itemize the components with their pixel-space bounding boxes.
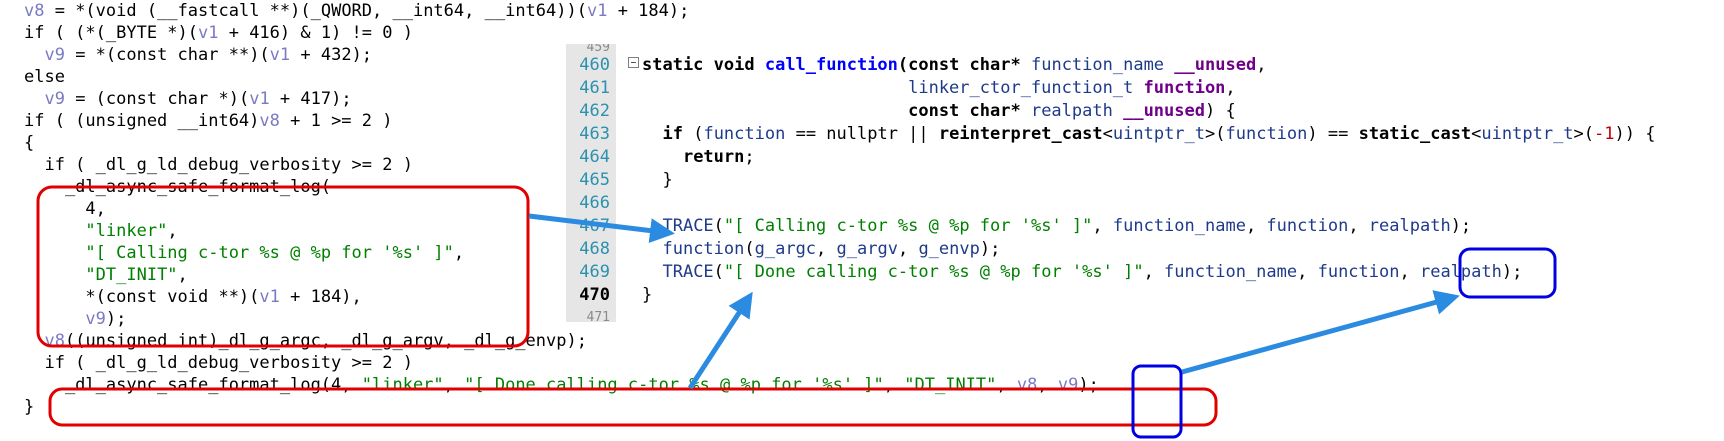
code-line: const char* realpath __unused) {: [908, 101, 1236, 121]
code-line: _dl_async_safe_format_log(: [24, 177, 332, 197]
line-number: 466: [579, 193, 610, 213]
code-line: if ( (unsigned __int64)v8 + 1 >= 2 ): [24, 111, 393, 131]
line-number-current: 470: [579, 285, 610, 305]
code-line: 4,: [24, 199, 106, 219]
code-line: v9);: [85, 309, 127, 329]
line-number: 471: [586, 310, 610, 322]
code-line: "DT_INIT",: [85, 265, 188, 285]
code-line: if (function == nullptr || reinterpret_c…: [662, 124, 1656, 144]
code-line: function(g_argc, g_argv, g_envp);: [662, 239, 1001, 259]
code-line: linker_ctor_function_t function,: [908, 78, 1236, 98]
code-line: v8((unsigned int)_dl_g_argc, _dl_g_argv,…: [44, 331, 587, 351]
code-line: {: [24, 133, 35, 153]
line-number: 459: [586, 44, 610, 52]
code-line: v9 = *(const char **)(v1 + 432);: [44, 45, 373, 65]
line-number: 469: [579, 262, 610, 282]
code-line: if ( _dl_g_ld_debug_verbosity >= 2 ): [24, 353, 413, 373]
line-number: 465: [579, 170, 610, 190]
line-number: 468: [579, 239, 610, 259]
line-number: 467: [579, 216, 610, 236]
line-number: 460: [579, 55, 610, 75]
code-line: else: [24, 67, 65, 87]
code-line: v8 = *(void (__fastcall **)(_QWORD, __in…: [24, 1, 690, 21]
code-line: *(const void **)(v1 + 184),: [24, 287, 362, 307]
code-line: }: [24, 397, 35, 417]
blue-box-v9: [1131, 364, 1183, 439]
line-number: 464: [579, 147, 610, 167]
code-line: "[ Calling c-tor %s @ %p for '%s' ]",: [85, 243, 465, 263]
decompiled-code-pane: v8 = *(void (__fastcall **)(_QWORD, __in…: [24, 0, 1099, 417]
line-number: 461: [579, 78, 610, 98]
code-line: return;: [682, 147, 755, 167]
code-line: TRACE("[ Calling c-tor %s @ %p for '%s' …: [662, 216, 1472, 236]
code-line: static void call_function(const char* fu…: [642, 55, 1267, 75]
source-code-pane: static void call_function(const char* fu…: [642, 0, 1655, 305]
fold-collapse-icon[interactable]: [628, 57, 639, 68]
code-line: }: [642, 170, 673, 190]
code-line: if ( _dl_g_ld_debug_verbosity >= 2 ): [24, 155, 413, 175]
code-line: if ( (*(_BYTE *)(v1 + 416) & 1) != 0 ): [24, 23, 413, 43]
line-number: 463: [579, 124, 610, 144]
code-line: TRACE("[ Done calling c-tor %s @ %p for …: [662, 262, 1523, 282]
code-line: _dl_async_safe_format_log(4, "linker", "…: [24, 375, 1099, 395]
code-line: v9 = (const char *)(v1 + 417);: [44, 89, 352, 109]
code-line: "linker",: [85, 221, 178, 241]
line-number: 462: [579, 101, 610, 121]
arrow-v9-to-realpath: [1181, 290, 1460, 375]
code-line: }: [642, 285, 653, 305]
